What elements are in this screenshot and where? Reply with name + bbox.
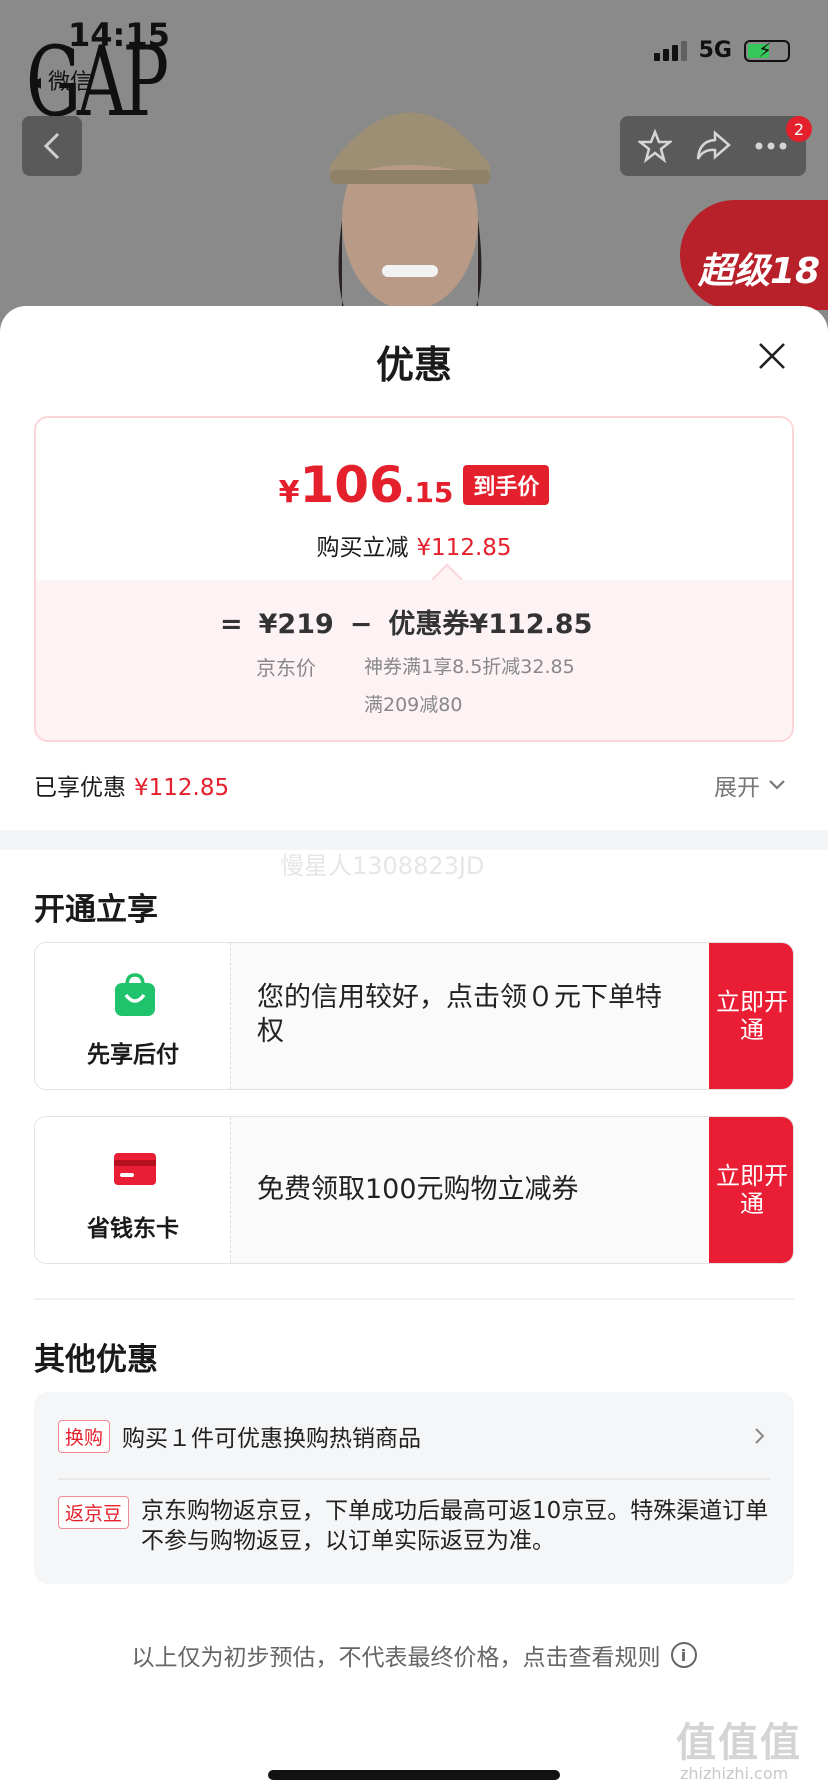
offer-tag: 返京豆 — [58, 1496, 130, 1529]
offer-text: 京东购物返京豆，下单成功后最高可返10京豆。特殊渠道订单不参与购物返豆，以订单实… — [141, 1498, 769, 1554]
divider — [58, 1478, 770, 1480]
buy-reduce-line: 购买立减 ¥112.85 — [36, 528, 792, 562]
status-time: 14:15 — [68, 16, 170, 54]
disclaimer-text: 以上仅为初步预估，不代表最终价格，点击查看规则 — [131, 1645, 661, 1671]
site-watermark-url: zhizhizhi.com — [680, 1764, 789, 1783]
feature-card-money-saver[interactable]: 省钱东卡 免费领取100元购物立减券 立即开通 — [34, 1116, 794, 1264]
expand-button[interactable]: 展开 — [714, 768, 786, 802]
feature-name: 省钱东卡 — [87, 1216, 179, 1242]
info-icon: i — [670, 1642, 697, 1668]
network-type: 5G — [698, 38, 732, 63]
divider — [34, 1298, 794, 1300]
buy-reduce-amount: ¥112.85 — [416, 535, 512, 561]
battery-icon: ⚡ — [744, 38, 790, 62]
chevron-down-icon — [769, 780, 785, 790]
product-photo — [330, 112, 490, 330]
price-breakdown: = ¥219− 优惠券¥112.85 京东价 神券满1享8.5折减32.85 满20… — [36, 563, 792, 740]
home-indicator[interactable] — [268, 1770, 560, 1780]
enjoyed-label: 已享优惠 — [34, 775, 126, 801]
signal-icon — [653, 40, 687, 61]
activate-button[interactable]: 立即开通 — [709, 1117, 793, 1263]
coupon-detail: 神券满1享8.5折减32.85 — [364, 656, 575, 678]
formula-jd-price: ¥219 — [258, 609, 334, 640]
share-icon[interactable] — [695, 129, 731, 163]
notification-badge: 2 — [786, 116, 812, 142]
price-formula: = ¥219− 优惠券¥112.85 — [220, 602, 592, 641]
nav-actions — [620, 116, 806, 176]
back-button[interactable] — [22, 116, 82, 176]
chevron-right-icon — [755, 1428, 765, 1444]
expand-label: 展开 — [714, 775, 760, 801]
feature-card-pay-later[interactable]: 先享后付 您的信用较好，点击领０元下单特权 立即开通 — [34, 942, 794, 1090]
feature-description: 免费领取100元购物立减券 — [257, 1174, 579, 1205]
activate-button[interactable]: 立即开通 — [709, 943, 793, 1089]
feature-description: 您的信用较好，点击领０元下单特权 — [257, 982, 662, 1047]
formula-equals: = — [220, 609, 243, 640]
exchange-offer-row[interactable]: 换购 购买１件可优惠换购热销商品 — [58, 1414, 770, 1458]
final-price-section: ¥ 106 .15 到手价 购买立减 ¥112.85 — [36, 418, 792, 580]
offer-text: 购买１件可优惠换购热销商品 — [122, 1426, 422, 1452]
buy-reduce-label: 购买立减 — [316, 535, 409, 561]
discount-sheet: 优惠 ¥ 106 .15 到手价 购买立减 ¥112.85 = ¥219− 优惠券¥1… — [0, 306, 828, 1792]
other-section-title: 其他优惠 — [34, 1342, 158, 1378]
status-indicators: 5G ⚡ — [653, 38, 790, 63]
card-icon — [114, 1153, 156, 1185]
promo-ribbon: 超级18 — [680, 200, 828, 310]
final-price-tag: 到手价 — [463, 465, 550, 505]
sheet-title: 优惠 — [375, 343, 452, 387]
coupon-detail: 满209减80 — [364, 694, 463, 716]
open-section-title: 开通立享 — [34, 892, 158, 928]
product-background: GAP 14:15 ◂ 微信 5G ⚡ 2 超级18 — [0, 0, 828, 330]
jd-price-label: 京东价 — [256, 656, 316, 680]
feature-name: 先享后付 — [87, 1042, 179, 1068]
shopping-bag-icon — [115, 973, 155, 1016]
offer-tag: 换购 — [58, 1419, 111, 1453]
formula-coupon: 优惠券¥112.85 — [388, 609, 593, 640]
enjoyed-amount: ¥112.85 — [134, 775, 230, 801]
other-discounts: 换购 购买１件可优惠换购热销商品 返京豆 京东购物返京豆，下单成功后最高可返10… — [34, 1392, 794, 1584]
user-watermark: 慢星人1308823JD — [280, 852, 485, 880]
star-icon[interactable] — [637, 129, 672, 163]
price-currency: ¥ — [278, 475, 300, 510]
chevron-left-icon — [43, 132, 60, 160]
enjoyed-discount: 已享优惠 ¥112.85 — [34, 768, 229, 802]
final-price: ¥ 106 .15 到手价 — [36, 456, 792, 514]
rules-link[interactable]: 以上仅为初步预估，不代表最终价格，点击查看规则 i — [0, 1638, 828, 1672]
price-card: ¥ 106 .15 到手价 购买立减 ¥112.85 = ¥219− 优惠券¥112.… — [34, 416, 794, 742]
price-decimal: .15 — [403, 476, 454, 509]
more-icon[interactable] — [754, 141, 788, 151]
price-integer: 106 — [299, 456, 404, 514]
jd-beans-row: 返京豆 京东购物返京豆，下单成功后最高可返10京豆。特殊渠道订单不参与购物返豆，… — [58, 1496, 770, 1556]
site-watermark: 值值值 — [676, 1720, 802, 1766]
formula-minus: − — [349, 609, 373, 640]
status-back-app[interactable]: ◂ 微信 — [30, 64, 92, 96]
close-icon[interactable] — [756, 340, 788, 372]
